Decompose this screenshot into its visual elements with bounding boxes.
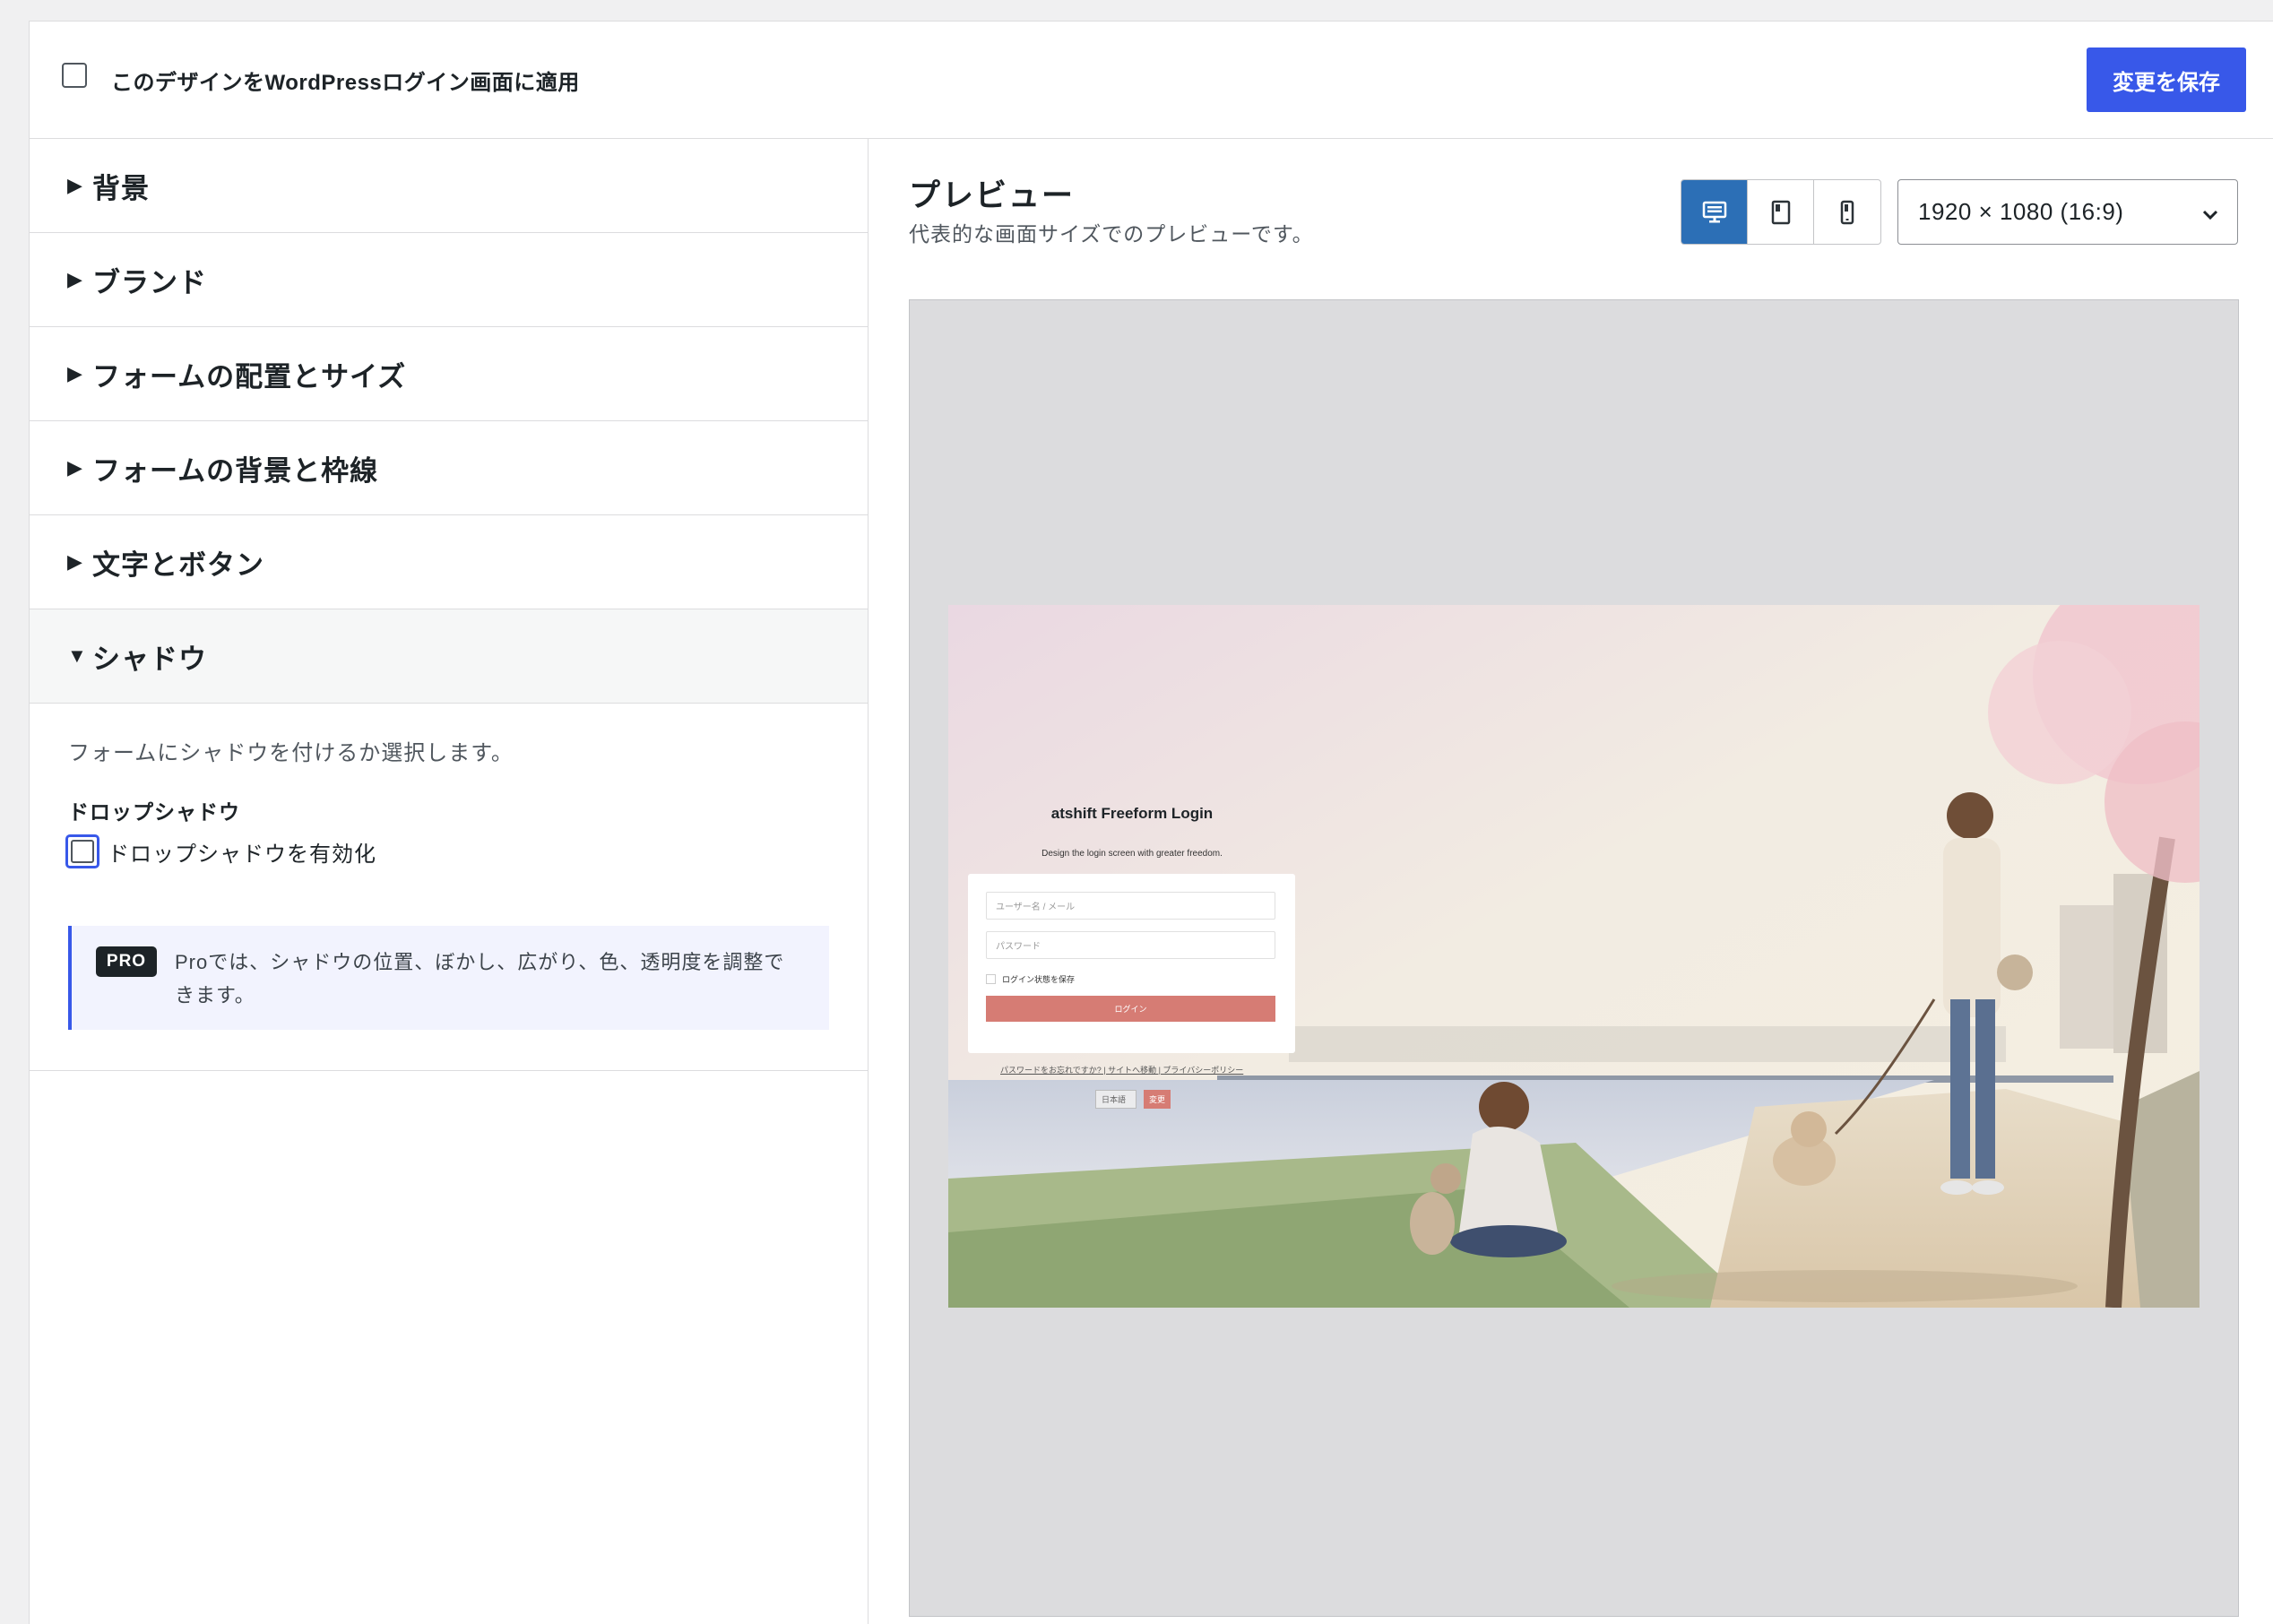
top-bar: このデザインをWordPressログイン画面に適用 変更を保存 — [30, 22, 2273, 139]
shadow-description: フォームにシャドウを付けるか選択します。 — [68, 741, 514, 765]
pro-notice-text: Proでは、シャドウの位置、ぼかし、広がり、色、透明度を調整できます。 — [175, 951, 785, 1006]
section-title: フォームの背景と枠線 — [92, 454, 379, 487]
section-title: ブランド — [92, 266, 207, 298]
section-shadow[interactable]: ▼ シャドウ — [30, 609, 868, 704]
section-title: 背景 — [92, 172, 150, 204]
drop-shadow-label[interactable]: ドロップシャドウを有効化 — [108, 836, 376, 868]
section-background[interactable]: ▶ 背景 — [30, 139, 868, 233]
password-input-preview: パスワード — [986, 931, 1275, 959]
apply-design-label[interactable]: このデザインをWordPressログイン画面に適用 — [111, 65, 580, 96]
remember-checkbox-preview — [986, 974, 996, 984]
mobile-icon — [1840, 200, 1854, 224]
language-select-preview: 日本語 — [1095, 1090, 1136, 1109]
section-form-layout[interactable]: ▶ フォームの配置とサイズ — [30, 327, 868, 421]
language-change-button-preview: 変更 — [1144, 1090, 1171, 1109]
expand-arrow-icon: ▶ — [67, 456, 82, 479]
login-tagline: Design the login screen with greater fre… — [1041, 849, 1223, 859]
save-button[interactable]: 変更を保存 — [2087, 48, 2246, 112]
preview-title: プレビュー — [909, 178, 1076, 213]
section-title: 文字とボタン — [92, 549, 264, 581]
shadow-section-body: フォームにシャドウを付けるか選択します。 ドロップシャドウ ドロップシャドウを有… — [30, 704, 868, 1071]
login-preview-frame: atshift Freeform Login Design the login … — [948, 605, 2200, 1308]
section-title: フォームの配置とサイズ — [92, 360, 407, 393]
section-brand[interactable]: ▶ ブランド — [30, 233, 868, 327]
section-title: シャドウ — [92, 643, 207, 675]
mobile-view-button[interactable] — [1814, 180, 1880, 244]
expand-arrow-icon: ▶ — [67, 362, 82, 384]
remember-label-preview: ログイン状態を保存 — [1002, 975, 1076, 984]
settings-sidebar: ▶ 背景 ▶ ブランド ▶ フォームの配置とサイズ ▶ フォームの背景と枠線 ▶… — [30, 139, 869, 1624]
login-site-title: atshift Freeform Login — [1050, 805, 1214, 822]
expand-arrow-icon: ▶ — [67, 550, 82, 573]
desktop-icon — [1702, 201, 1726, 222]
login-button-preview: ログイン — [986, 996, 1275, 1022]
username-input-preview: ユーザー名 / メール — [986, 892, 1275, 920]
login-links-preview: パスワードをお忘れですか? | サイトへ移動 | プライバシーポリシー — [1000, 1066, 1244, 1075]
preview-area: プレビュー 代表的な画面サイズでのプレビューです。 1920 × 1080 (1… — [869, 139, 2273, 1624]
collapse-arrow-icon: ▼ — [67, 644, 87, 667]
screen-size-value: 1920 × 1080 (16:9) — [1918, 198, 2124, 225]
settings-panel: このデザインをWordPressログイン画面に適用 変更を保存 ▶ 背景 ▶ ブ… — [29, 21, 2273, 1624]
apply-design-checkbox[interactable] — [62, 63, 87, 88]
device-switcher — [1681, 179, 1881, 245]
pro-badge: PRO — [96, 946, 157, 977]
expand-arrow-icon: ▶ — [67, 268, 82, 290]
drop-shadow-checkbox[interactable] — [65, 834, 99, 868]
expand-arrow-icon: ▶ — [67, 174, 82, 196]
preview-stage: atshift Freeform Login Design the login … — [909, 299, 2239, 1617]
tablet-icon — [1771, 200, 1790, 224]
tablet-view-button[interactable] — [1748, 180, 1814, 244]
screen-size-select[interactable]: 1920 × 1080 (16:9) — [1897, 179, 2238, 245]
preview-subtitle: 代表的な画面サイズでのプレビューです。 — [909, 222, 1314, 246]
section-text-buttons[interactable]: ▶ 文字とボタン — [30, 515, 868, 609]
desktop-view-button[interactable] — [1681, 180, 1748, 244]
pro-notice: PRO Proでは、シャドウの位置、ぼかし、広がり、色、透明度を調整できます。 — [68, 926, 829, 1030]
login-form-preview: ユーザー名 / メール パスワード ログイン状態を保存 ログイン — [968, 874, 1295, 1053]
chevron-down-icon — [2202, 210, 2218, 220]
section-form-background[interactable]: ▶ フォームの背景と枠線 — [30, 421, 868, 515]
drop-shadow-heading: ドロップシャドウ — [68, 800, 240, 824]
